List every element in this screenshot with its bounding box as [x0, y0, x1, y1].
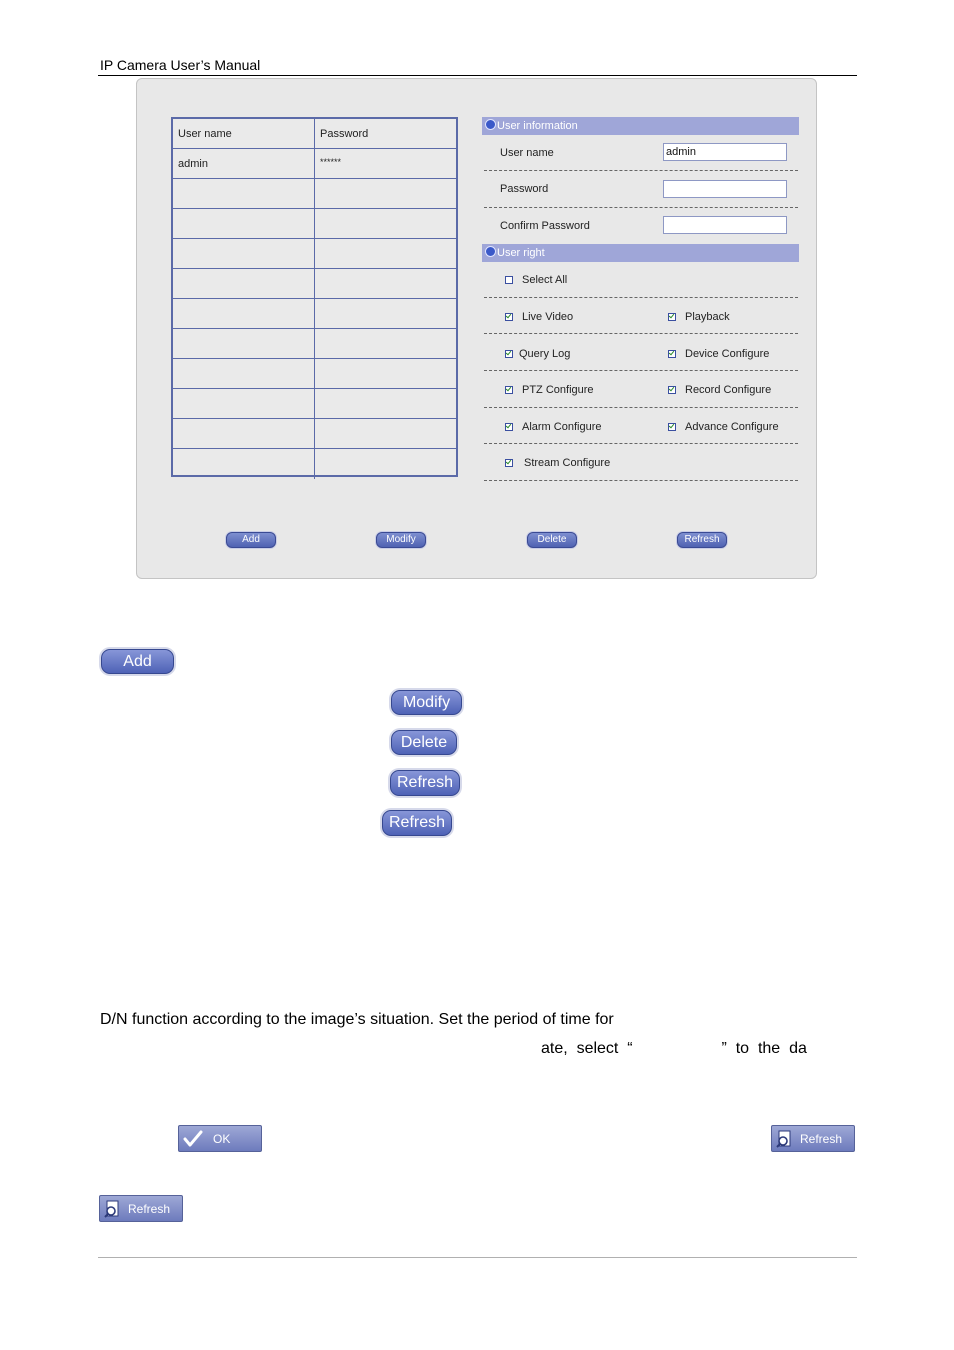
password-label: Password [500, 183, 549, 195]
query-log-label: Query Log [519, 348, 571, 360]
perm-playback[interactable]: Playback [668, 311, 730, 323]
header-rule [98, 75, 857, 76]
perm-stream-configure[interactable]: Stream Configure [505, 457, 610, 469]
query-log-checkbox[interactable] [505, 350, 513, 358]
confirm-password-input[interactable] [663, 216, 787, 234]
advance-configure-label: Advance Configure [685, 421, 779, 433]
table-row[interactable] [173, 329, 456, 359]
body-text-line: ate, select “ ” to the da [541, 1040, 807, 1057]
table-cell-password: ****** [320, 157, 342, 167]
column-header-user-name: User name [173, 119, 315, 148]
select-all-option[interactable]: Select All [505, 274, 567, 286]
perm-live-video[interactable]: Live Video [505, 311, 573, 323]
refresh-toolbar-button[interactable]: Refresh [771, 1125, 855, 1152]
table-row[interactable] [173, 449, 456, 479]
table-row[interactable] [173, 359, 456, 389]
refresh-button[interactable]: Refresh [677, 532, 727, 548]
record-configure-label: Record Configure [685, 384, 772, 396]
refresh-button-large[interactable]: Refresh [382, 810, 452, 836]
select-all-checkbox[interactable] [505, 276, 513, 284]
table-row[interactable] [173, 209, 456, 239]
modify-button-large[interactable]: Modify [391, 690, 462, 715]
add-button-large[interactable]: Add [101, 649, 174, 674]
perm-device-configure[interactable]: Device Configure [668, 348, 769, 360]
table-cell-user: admin [173, 149, 315, 178]
live-video-label: Live Video [522, 311, 574, 323]
divider [484, 407, 798, 408]
user-information-title: User information [497, 120, 578, 132]
divider [484, 297, 798, 298]
divider [484, 207, 798, 208]
alarm-configure-label: Alarm Configure [522, 421, 602, 433]
perm-alarm-configure[interactable]: Alarm Configure [505, 421, 601, 433]
confirm-password-label: Confirm Password [500, 220, 590, 232]
perm-ptz-configure[interactable]: PTZ Configure [505, 384, 594, 396]
username-input[interactable]: admin [663, 143, 787, 161]
refresh-document-icon [104, 1200, 119, 1218]
table-row[interactable] [173, 269, 456, 299]
refresh-toolbar-label: Refresh [128, 1201, 171, 1216]
checkmark-icon [183, 1130, 203, 1146]
add-button[interactable]: Add [226, 532, 276, 548]
device-configure-checkbox[interactable] [668, 350, 676, 358]
ptz-configure-checkbox[interactable] [505, 386, 513, 394]
section-bullet-icon [485, 246, 496, 257]
divider [484, 480, 798, 481]
refresh-toolbar-label: Refresh [800, 1131, 843, 1146]
perm-advance-configure[interactable]: Advance Configure [668, 421, 779, 433]
delete-button[interactable]: Delete [527, 532, 577, 548]
refresh-button-large[interactable]: Refresh [390, 770, 460, 796]
footer-rule [98, 1257, 857, 1258]
table-row[interactable] [173, 419, 456, 449]
perm-query-log[interactable]: Query Log [505, 348, 570, 360]
divider [484, 170, 798, 171]
live-video-checkbox[interactable] [505, 313, 513, 321]
user-right-header: User right [482, 244, 799, 262]
table-row[interactable] [173, 299, 456, 329]
playback-checkbox[interactable] [668, 313, 676, 321]
modify-button[interactable]: Modify [376, 532, 426, 548]
refresh-toolbar-button[interactable]: Refresh [99, 1195, 183, 1222]
user-table: User name Password admin ****** [171, 117, 458, 479]
column-header-password: Password [320, 127, 369, 140]
device-configure-label: Device Configure [685, 348, 770, 360]
divider [484, 443, 798, 444]
table-row[interactable] [173, 179, 456, 209]
table-row[interactable] [173, 389, 456, 419]
table-row[interactable] [173, 239, 456, 269]
body-text-line: D/N function according to the image’s si… [100, 1011, 614, 1028]
stream-configure-checkbox[interactable] [505, 459, 513, 467]
table-row[interactable]: admin ****** [173, 149, 456, 179]
record-configure-checkbox[interactable] [668, 386, 676, 394]
user-information-header: User information [482, 117, 799, 135]
advance-configure-checkbox[interactable] [668, 423, 676, 431]
ok-button[interactable]: OK [178, 1125, 262, 1152]
document-header-title: IP Camera User’s Manual [100, 57, 261, 73]
ok-button-label: OK [213, 1131, 231, 1146]
divider [484, 333, 798, 334]
table-header-row: User name Password [173, 119, 456, 149]
section-bullet-icon [485, 119, 496, 130]
user-right-title: User right [497, 247, 545, 259]
ptz-configure-label: PTZ Configure [522, 384, 594, 396]
password-input[interactable] [663, 180, 787, 198]
playback-label: Playback [685, 311, 730, 323]
refresh-document-icon [776, 1130, 791, 1148]
divider [484, 370, 798, 371]
alarm-configure-checkbox[interactable] [505, 423, 513, 431]
perm-record-configure[interactable]: Record Configure [668, 384, 771, 396]
delete-button-large[interactable]: Delete [391, 730, 457, 755]
select-all-label: Select All [522, 274, 568, 286]
stream-configure-label: Stream Configure [524, 457, 611, 469]
username-label: User name [500, 147, 554, 159]
